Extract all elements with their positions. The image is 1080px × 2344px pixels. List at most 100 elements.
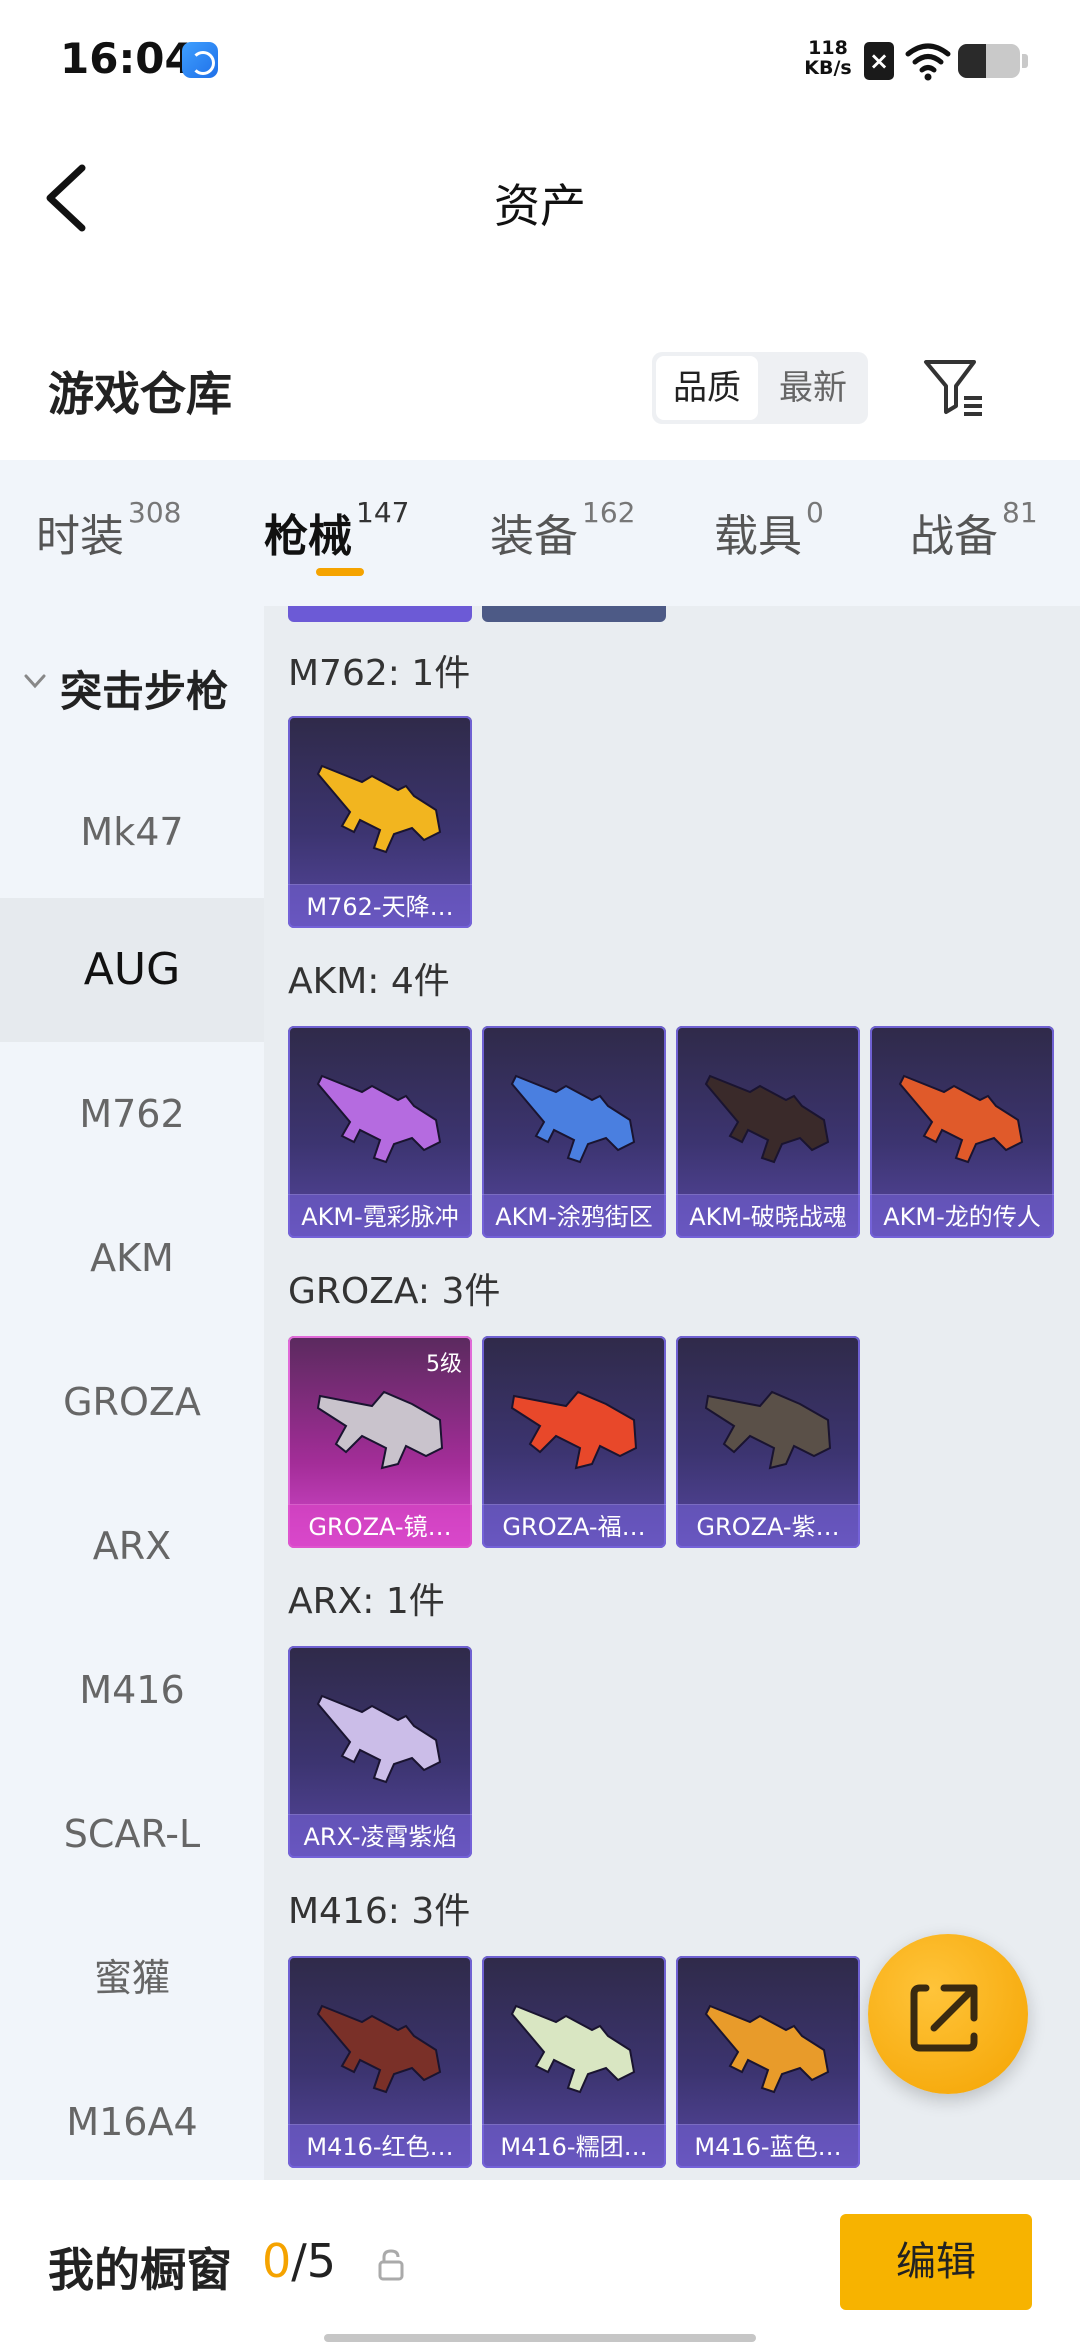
network-speed-unit: KB/s [804,57,852,79]
skin-card[interactable]: AKM-涂鸦街区 [482,1026,666,1238]
sidebar-item-akm[interactable]: AKM [0,1186,264,1330]
sort-option-newest[interactable]: 最新 [762,356,864,420]
tab-count: 162 [582,496,636,529]
wifi-icon [905,43,951,81]
tab-label: 装备 [490,511,578,562]
skin-card[interactable]: 5级 GROZA-镜… [288,1336,472,1548]
tab-vehicles[interactable]: 载具 0 [714,496,824,564]
group-title-arx: ARX: 1件 [288,1581,445,1622]
app-notification-icon [182,42,218,78]
skin-name: M762-天降… [306,893,454,921]
tab-equipment[interactable]: 装备 162 [490,496,635,564]
home-indicator[interactable] [324,2334,756,2342]
tab-label: 枪械 [264,511,352,562]
skin-name: M416-糯团… [500,2133,648,2161]
skin-name: AKM-破晓战魂 [689,1203,847,1231]
status-bar: 16:04 118 KB/s × [0,0,1080,120]
tab-count: 0 [806,496,824,529]
page-title: 资产 [494,179,586,233]
share-icon [910,1984,978,2052]
skin-level-badge: 5级 [426,1352,462,1377]
tab-count: 147 [356,496,410,529]
group-title-groza: GROZA: 3件 [288,1271,501,1312]
category-tabs: 时装 308 枪械 147 装备 162 载具 0 战备 81 [0,460,1080,606]
chevron-down-icon [24,674,46,689]
battery-level-fill [958,44,986,78]
showcase-count: 0/5 [262,2234,336,2288]
rifle-skin-image [316,1074,442,1164]
sort-toggle: 品质 最新 [652,352,868,424]
sidebar-group-label: 突击步枪 [60,667,229,716]
battery-tip [1022,54,1028,68]
skin-card[interactable]: M416-蓝色… [676,1956,860,2168]
skin-name: ARX-凌霄紫焰 [303,1823,457,1851]
rifle-skin-image [510,1390,638,1470]
battery-icon [958,44,1020,78]
showcase-bar: 我的橱窗 0/5 编辑 [0,2180,1080,2344]
skin-card[interactable]: AKM-破晓战魂 [676,1026,860,1238]
skin-card[interactable]: ARX-凌霄紫焰 [288,1646,472,1858]
rifle-skin-image [316,2004,442,2094]
sidebar-item-scar-l[interactable]: SCAR-L [0,1762,264,1906]
skin-name: GROZA-镜… [308,1513,452,1541]
lock-icon [378,2249,404,2281]
filter-icon[interactable] [922,356,986,420]
rifle-skin-image [704,2004,830,2094]
no-sim-icon: × [864,42,894,80]
rifle-skin-image [704,1074,830,1164]
skin-name: M416-红色… [306,2133,454,2161]
network-speed-value: 118 [808,37,848,59]
tab-label: 战备 [910,511,998,562]
group-title-m416: M416: 3件 [288,1891,471,1932]
sort-option-quality[interactable]: 品质 [656,356,758,420]
skin-card[interactable]: GROZA-紫… [676,1336,860,1548]
showcase-current: 0 [262,2234,292,2288]
skin-card[interactable]: GROZA-福… [482,1336,666,1548]
tab-fashion[interactable]: 时装 308 [36,496,181,564]
skin-card[interactable]: M416-红色… [288,1956,472,2168]
edit-button[interactable]: 编辑 [840,2214,1032,2310]
sidebar-group-assault-rifles[interactable]: 突击步枪 [0,642,264,722]
sidebar-item-groza[interactable]: GROZA [0,1330,264,1474]
rifle-skin-image [704,1390,832,1470]
group-title-akm: AKM: 4件 [288,961,450,1002]
skin-card[interactable]: M762-天降… [288,716,472,928]
showcase-label: 我的橱窗 [48,2243,232,2297]
skin-card[interactable]: M416-糯团… [482,1956,666,2168]
network-speed: 118 KB/s [800,38,856,78]
sidebar-item-m16a4[interactable]: M16A4 [0,2050,264,2180]
skin-name: M416-蓝色… [694,2133,842,2161]
share-button[interactable] [868,1934,1028,2094]
status-time: 16:04 [60,34,194,83]
sidebar-item-m762[interactable]: M762 [0,1042,264,1186]
warehouse-title: 游戏仓库 [48,367,232,421]
tab-supplies[interactable]: 战备 81 [910,496,1038,564]
rifle-skin-image [510,1074,636,1164]
tab-label: 载具 [714,511,802,562]
skin-name: AKM-龙的传人 [883,1203,1041,1231]
tab-label: 时装 [36,511,124,562]
sidebar-item-honey-badger[interactable]: 蜜獾 [0,1906,264,2050]
showcase-total: /5 [291,2234,337,2288]
partial-skin-card[interactable] [482,606,666,622]
skin-name: AKM-涂鸦街区 [495,1203,653,1231]
skin-card[interactable]: AKM-霓彩脉冲 [288,1026,472,1238]
tab-firearms[interactable]: 枪械 147 [264,496,409,564]
partial-skin-card[interactable] [288,606,472,622]
rifle-skin-image [316,764,442,854]
group-title-m762: M762: 1件 [288,653,471,694]
rifle-skin-image [316,1694,442,1784]
tab-count: 81 [1002,496,1038,529]
sidebar-item-aug[interactable]: AUG [0,898,264,1042]
sidebar-item-m416[interactable]: M416 [0,1618,264,1762]
skin-name: GROZA-紫… [696,1513,840,1541]
skin-card[interactable]: AKM-龙的传人 [870,1026,1054,1238]
rifle-skin-image [510,2004,636,2094]
tab-count: 308 [128,496,182,529]
active-tab-indicator [316,568,364,576]
skin-name: GROZA-福… [502,1513,646,1541]
rifle-skin-image [898,1074,1024,1164]
sidebar-item-arx[interactable]: ARX [0,1474,264,1618]
sidebar-item-mk47[interactable]: Mk47 [0,760,264,904]
weapon-type-sidebar: 突击步枪 Mk47 AUG M762 AKM GROZA ARX M416 SC… [0,606,264,2180]
